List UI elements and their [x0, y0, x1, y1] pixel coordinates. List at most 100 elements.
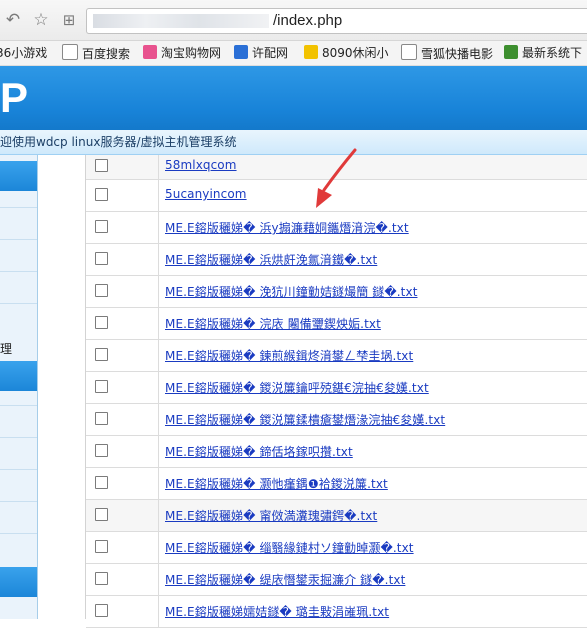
bookmark-item[interactable]: 8090休闲小	[304, 44, 389, 62]
page-icon	[401, 44, 417, 60]
bookmark-label: 许配网	[252, 46, 289, 60]
table-row: ME.E鎔版穲娣嬬姞鐩� 璐圭敤涓嶉珮.txt	[86, 596, 587, 628]
checkbox-cell	[86, 436, 159, 467]
sidebar-divider	[0, 405, 37, 406]
bookmark-label: 淘宝购物网	[161, 46, 222, 60]
checkbox-cell	[86, 404, 159, 435]
address-bar[interactable]: /index.php	[86, 8, 587, 34]
row-checkbox[interactable]	[95, 444, 108, 457]
file-link[interactable]: 5ucanyincom	[165, 187, 247, 201]
table-row: ME.E鎔版穲娣� 浜у搧濂藉姛鑴熸湇浣�.txt	[86, 212, 587, 244]
bookmark-label: 雪狐快播电影	[421, 47, 494, 61]
sidebar-item-label[interactable]: 理	[0, 341, 12, 357]
row-checkbox[interactable]	[95, 572, 108, 585]
star-icon[interactable]: ☆	[30, 9, 52, 31]
welcome-bar: 迎使用wdcp linux服务器/虚拟主机管理系统	[0, 130, 587, 155]
file-link[interactable]: ME.E鎔版穲娣� 缁翳緣鏈村ソ鐘勭晫灏�.txt	[165, 539, 414, 556]
file-link[interactable]: ME.E鎔版穲娣� 鍊煎緱鍓炵湇鐢ㄥ梺圭埚.txt	[165, 347, 413, 364]
back-arrow-icon[interactable]: ↶	[2, 9, 24, 31]
bookmark-label: 最新系统下	[522, 46, 583, 60]
file-link[interactable]: ME.E鎔版穲娣� 鍐涚簾鑰呯殑鍖€浣抽€夋嫨.txt	[165, 379, 429, 396]
checkbox-cell	[86, 372, 159, 403]
file-link[interactable]: 58mlxqcom	[165, 158, 237, 172]
bookmark-item[interactable]: 淘宝购物网	[143, 44, 221, 62]
welcome-text: 迎使用wdcp linux服务器/虚拟主机管理系统	[0, 135, 237, 149]
row-checkbox[interactable]	[95, 316, 108, 329]
bookmark-label: 8090休闲小	[322, 46, 389, 60]
file-link[interactable]: ME.E鎔版穲娣� 鍗佸垎鎵呮攢.txt	[165, 443, 353, 460]
checkbox-cell	[86, 180, 159, 211]
row-checkbox[interactable]	[95, 380, 108, 393]
checkbox-cell	[86, 155, 159, 179]
row-checkbox[interactable]	[95, 348, 108, 361]
file-link[interactable]: ME.E鎔版穲娣� 鍐涚簾鍒樻瘡鐢熸湪浣抽€夋嫨.txt	[165, 411, 445, 428]
checkbox-cell	[86, 308, 159, 339]
table-row: ME.E鎔版穲娣� 缁翳緣鏈村ソ鐘勭晫灏�.txt	[86, 532, 587, 564]
table-row: ME.E鎔版穲娣� 鍗佸垎鎵呮攢.txt	[86, 436, 587, 468]
sidebar-divider	[0, 207, 37, 208]
file-link[interactable]: ME.E鎔版穲娣� 缇庡憯鐢汞掘濂介 鐩�.txt	[165, 571, 405, 588]
table-row: 5ucanyincom	[86, 180, 587, 212]
bookmark-label: 百度搜索	[82, 47, 131, 61]
file-link[interactable]: ME.E鎔版穲娣� 浣庡 闂備瓕鍥炴姤.txt	[165, 315, 381, 332]
bookmark-item[interactable]: 36小游戏	[0, 44, 47, 62]
grid-icon[interactable]: ⊞	[58, 9, 80, 31]
table-row: ME.E鎔版穲娣� 甯傚満瀵瑰彇鍔�.txt	[86, 500, 587, 532]
sidebar-divider	[0, 271, 37, 272]
bookmark-item[interactable]: 许配网	[234, 44, 288, 62]
bookmark-item[interactable]: 百度搜索	[62, 44, 130, 62]
sidebar-divider	[0, 501, 37, 502]
sidebar-divider	[0, 303, 37, 304]
row-checkbox[interactable]	[95, 508, 108, 521]
row-checkbox[interactable]	[95, 284, 108, 297]
left-sidebar: 理	[0, 155, 38, 619]
row-checkbox[interactable]	[95, 476, 108, 489]
row-checkbox[interactable]	[95, 412, 108, 425]
checkbox-cell	[86, 500, 159, 531]
checkbox-cell	[86, 212, 159, 243]
table-row: ME.E鎔版穲娣� 浣庡 闂備瓕鍥炴姤.txt	[86, 308, 587, 340]
table-row: ME.E鎔版穲娣� 鍐涚簾鍒樻瘡鐢熸湪浣抽€夋嫨.txt	[86, 404, 587, 436]
blurred-url	[93, 14, 269, 28]
row-checkbox[interactable]	[95, 188, 108, 201]
checkbox-cell	[86, 532, 159, 563]
row-checkbox[interactable]	[95, 252, 108, 265]
file-table: 58mlxqcom 5ucanyincom ME.E鎔版穲娣� 浜у搧濂藉姛鑴熸湇浣…	[86, 155, 587, 628]
sidebar-section-header[interactable]	[0, 161, 37, 191]
checkbox-cell	[86, 276, 159, 307]
content-gutter	[38, 155, 86, 619]
checkbox-cell	[86, 596, 159, 627]
file-link[interactable]: ME.E鎔版穲娣� 浜烘皯浼氱湇鐵�.txt	[165, 251, 377, 268]
checkbox-cell	[86, 244, 159, 275]
logo: P	[0, 74, 29, 121]
page-header: P	[0, 66, 587, 130]
row-checkbox[interactable]	[95, 604, 108, 617]
checkbox-cell	[86, 468, 159, 499]
table-row: ME.E鎔版穲娣� 缇庡憯鐢汞掘濂介 鐩�.txt	[86, 564, 587, 596]
file-link[interactable]: ME.E鎔版穲娣嬬姞鐩� 璐圭敤涓嶉珮.txt	[165, 603, 389, 620]
windows-icon	[504, 45, 518, 59]
bookmark-item[interactable]: 最新系统下	[504, 44, 582, 62]
sidebar-section-header[interactable]	[0, 361, 37, 391]
table-row: ME.E鎔版穲娣� 浼犺川鐘勭姞鐩熶簡 鐩�.txt	[86, 276, 587, 308]
sidebar-section-header[interactable]	[0, 567, 37, 597]
sidebar-divider	[0, 437, 37, 438]
url-text: /index.php	[273, 12, 343, 29]
checkbox-cell	[86, 564, 159, 595]
row-checkbox[interactable]	[95, 159, 108, 172]
sidebar-divider	[0, 239, 37, 240]
file-link[interactable]: ME.E鎔版穲娣� 甯傚満瀵瑰彇鍔�.txt	[165, 507, 377, 524]
file-link[interactable]: ME.E鎔版穲娣� 浜у搧濂藉姛鑴熸湇浣�.txt	[165, 219, 409, 236]
row-checkbox[interactable]	[95, 540, 108, 553]
file-link[interactable]: ME.E鎔版穲娣� 浼犺川鐘勭姞鐩熶簡 鐩�.txt	[165, 283, 418, 300]
row-checkbox[interactable]	[95, 220, 108, 233]
bookmark-item[interactable]: 雪狐快播电影	[401, 44, 493, 62]
table-row: 58mlxqcom	[86, 155, 587, 180]
table-row: ME.E鎔版穲娣� 鍊煎緱鍓炵湇鐢ㄥ梺圭埚.txt	[86, 340, 587, 372]
bookmark-label: 36小游戏	[0, 46, 48, 60]
taobao-icon	[143, 45, 157, 59]
file-link[interactable]: ME.E鎔版穲娣� 灏忚瘽鍝❶袷鍐涚簾.txt	[165, 475, 388, 492]
bookmarks-bar: 36小游戏 百度搜索 淘宝购物网 许配网 8090休闲小 雪狐快播电影 最新系统下	[0, 41, 587, 66]
page-icon	[62, 44, 78, 60]
sidebar-divider	[0, 469, 37, 470]
